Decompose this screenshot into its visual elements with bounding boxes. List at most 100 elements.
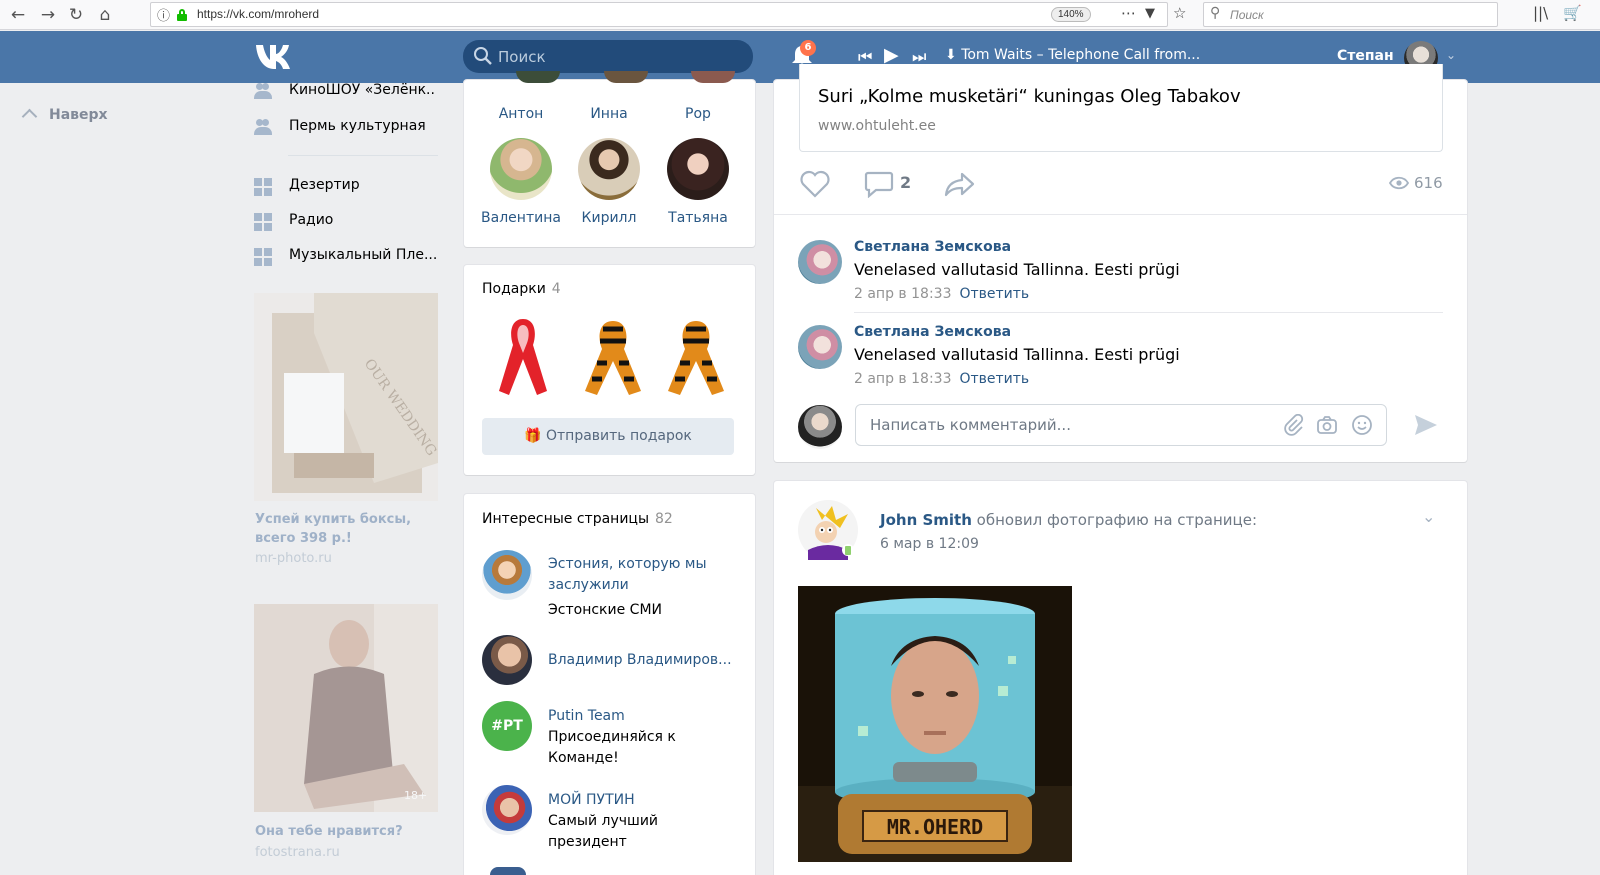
st-george-ribbon-gift-icon[interactable] <box>666 317 726 397</box>
comment-meta: 2 апр в 18:33 Ответить <box>854 286 1029 302</box>
ad-image-woman[interactable]: 18+ <box>254 604 438 812</box>
ad-domain[interactable]: fotostrana.ru <box>255 845 340 860</box>
friend-name[interactable]: Антон <box>476 106 566 122</box>
track-title: Tom Waits – Telephone Call from... <box>961 47 1201 63</box>
share-icon[interactable] <box>944 170 976 198</box>
friend-name[interactable]: Валентина <box>481 210 561 226</box>
page-avatar[interactable] <box>482 550 532 600</box>
post-image-head-in-jar[interactable]: MR.OHERD <box>798 586 1072 862</box>
search-icon <box>474 47 492 65</box>
home-icon[interactable]: ⌂ <box>93 3 117 27</box>
gifts-title[interactable]: Подарки 4 <box>482 281 561 297</box>
back-icon[interactable]: ← <box>6 3 30 27</box>
like-icon[interactable] <box>799 170 831 198</box>
page-name[interactable]: МОЙ ПУТИН <box>548 790 738 811</box>
comment-date[interactable]: 2 апр в 18:33 <box>854 371 951 387</box>
age-badge: 18+ <box>404 789 427 802</box>
friend-avatar[interactable] <box>604 71 648 83</box>
page-avatar[interactable] <box>490 867 526 875</box>
views-eye-icon <box>1389 176 1409 190</box>
vk-logo-icon[interactable] <box>254 41 298 73</box>
send-gift-label: Отправить подарок <box>546 428 692 444</box>
comment-avatar[interactable] <box>798 240 842 284</box>
attach-icon[interactable] <box>1282 414 1304 436</box>
pocket-icon[interactable]: ▼ <box>1145 6 1155 21</box>
camera-icon[interactable] <box>1316 414 1338 436</box>
emoji-icon[interactable] <box>1351 414 1373 436</box>
library-icon[interactable]: ||\ <box>1533 4 1548 22</box>
post-author-avatar[interactable] <box>798 500 858 560</box>
friend-avatar[interactable] <box>578 138 640 200</box>
cart-icon[interactable]: 🛒 <box>1563 4 1582 22</box>
comment-author[interactable]: Светлана Земскова <box>854 324 1011 340</box>
friend-name[interactable]: Татьяна <box>668 210 728 226</box>
jar-label: MR.OHERD <box>887 815 983 839</box>
ad-domain[interactable]: mr-photo.ru <box>255 551 332 566</box>
more-icon[interactable]: ⋯ <box>1121 4 1136 22</box>
friend-name[interactable]: Рор <box>653 106 743 122</box>
post-author-name[interactable]: John Smith <box>880 511 972 529</box>
page-avatar[interactable]: #PT <box>482 701 532 751</box>
forward-icon[interactable]: → <box>36 3 60 27</box>
notifications-badge[interactable]: 6 <box>800 40 816 56</box>
st-george-ribbon-gift-icon[interactable] <box>583 317 643 397</box>
reply-link[interactable]: Ответить <box>959 371 1029 387</box>
comments-count[interactable]: 2 <box>900 173 911 192</box>
current-user-avatar[interactable] <box>798 405 842 449</box>
interesting-pages-title-label: Интересные страницы <box>482 511 650 527</box>
page-avatar[interactable] <box>482 635 532 685</box>
scroll-to-top-link[interactable]: Наверх <box>21 107 108 125</box>
vk-search-input[interactable]: Поиск <box>463 40 753 73</box>
user-name[interactable]: Степан <box>1337 48 1394 64</box>
ad-image-wedding-box[interactable]: OUR WEDDING <box>254 293 438 501</box>
friend-name[interactable]: Инна <box>564 106 654 122</box>
reply-link[interactable]: Ответить <box>959 286 1029 302</box>
menu-item-label: Радио <box>289 212 334 228</box>
send-gift-button[interactable]: 🎁 Отправить подарок <box>482 418 734 455</box>
menu-divider <box>288 155 438 156</box>
chevron-up-icon <box>21 108 38 125</box>
play-icon[interactable]: ▶ <box>884 44 899 66</box>
link-snippet[interactable] <box>799 64 1443 152</box>
post-action-text: обновил фотографию на странице: <box>976 511 1258 529</box>
bookmark-star-icon[interactable]: ☆ <box>1173 4 1186 22</box>
friend-avatar[interactable] <box>667 138 729 200</box>
page-name[interactable]: Владимир Владимиров... <box>548 650 738 671</box>
reload-icon[interactable]: ↻ <box>64 3 88 27</box>
comment-author[interactable]: Светлана Земскова <box>854 239 1011 255</box>
friend-item[interactable]: Валентина <box>476 138 566 226</box>
ad-title[interactable]: Она тебе нравится? <box>255 822 445 841</box>
friend-avatar[interactable] <box>691 71 735 83</box>
lock-icon <box>177 9 187 21</box>
comment-icon[interactable] <box>864 170 894 198</box>
page-description: Эстонские СМИ <box>548 602 662 618</box>
ad-title[interactable]: Успей купить боксы, всего 398 р.! <box>255 510 445 548</box>
friend-name[interactable]: Кирилл <box>582 210 637 226</box>
post-menu-chevron-icon[interactable]: ⌄ <box>1422 507 1435 526</box>
comment-input[interactable]: Написать комментарий... <box>855 404 1387 446</box>
comment-avatar[interactable] <box>798 325 842 369</box>
comment-date[interactable]: 2 апр в 18:33 <box>854 286 951 302</box>
group-icon <box>254 83 272 99</box>
link-snippet-domain[interactable]: www.ohtuleht.ee <box>818 118 936 134</box>
interesting-pages-title[interactable]: Интересные страницы 82 <box>482 511 673 527</box>
friend-avatar[interactable] <box>490 138 552 200</box>
chevron-down-icon[interactable]: ⌄ <box>1446 48 1456 62</box>
send-icon[interactable] <box>1413 412 1439 438</box>
link-snippet-title[interactable]: Suri „Kolme musketäri“ kuningas Oleg Tab… <box>818 86 1241 107</box>
gifts-count: 4 <box>551 281 561 297</box>
address-bar[interactable]: ⓘ https://vk.com/mroherd 140% ⋯ ▼ ☆ <box>150 2 1186 27</box>
page-name[interactable]: Putin Team <box>548 706 738 727</box>
friend-avatar[interactable] <box>516 71 560 83</box>
browser-search-input[interactable]: ⚲ Поиск <box>1203 2 1498 27</box>
url-text[interactable]: https://vk.com/mroherd <box>197 7 319 21</box>
friend-item[interactable]: Кирилл <box>564 138 654 226</box>
zoom-level[interactable]: 140% <box>1051 7 1091 22</box>
page-name[interactable]: Эстония, которую мы заслужили <box>548 554 738 596</box>
friend-item[interactable]: Татьяна <box>653 138 743 226</box>
now-playing-track[interactable]: ⬇ Tom Waits – Telephone Call from... <box>945 47 1200 63</box>
info-icon[interactable]: ⓘ <box>157 5 170 24</box>
post-date[interactable]: 6 мар в 12:09 <box>880 536 979 552</box>
page-avatar[interactable] <box>482 785 532 835</box>
red-ribbon-gift-icon[interactable] <box>497 315 549 399</box>
